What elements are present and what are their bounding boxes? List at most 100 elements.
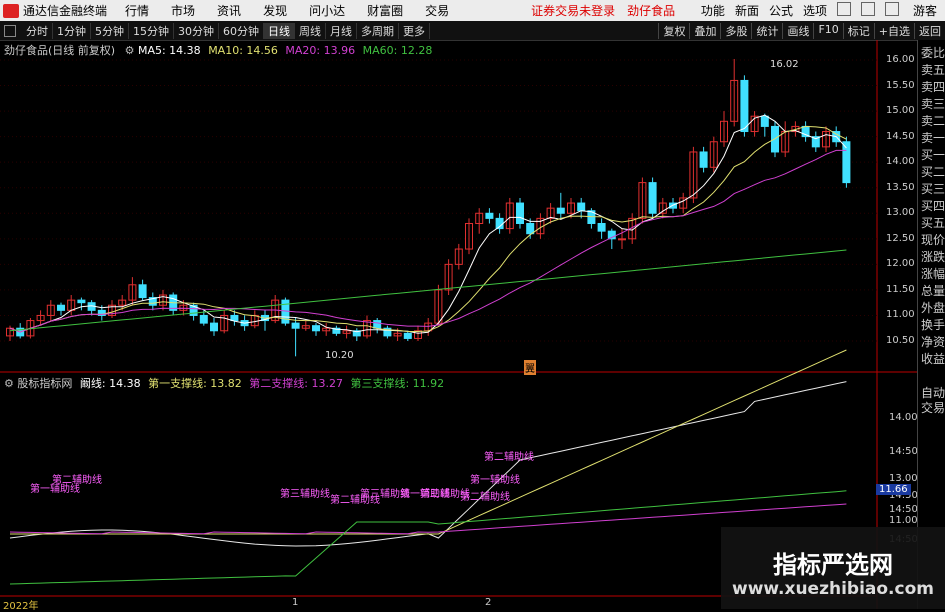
menu-discover[interactable]: 发现 [263, 2, 287, 19]
btn-overlay[interactable]: 叠加 [689, 22, 720, 39]
candle-body [760, 115, 769, 127]
minimize-icon[interactable] [836, 2, 851, 16]
indicator-tick-label: 11.00 [889, 515, 918, 526]
quote-field-label: 卖二 [921, 114, 945, 128]
candle-body [57, 304, 65, 311]
stock-name-title: 劲仔食品 [627, 4, 676, 18]
high-annotation: 16.02 [770, 59, 799, 70]
period-monthly[interactable]: 月线 [326, 22, 357, 39]
settings-gear-icon[interactable]: ⚙ [125, 44, 135, 57]
menu-news[interactable]: 资讯 [217, 2, 241, 19]
menu-formula[interactable]: 公式 [769, 2, 793, 19]
price-tick-label: 11.50 [886, 283, 915, 295]
ma60-label: MA60: 12.28 [362, 44, 433, 57]
price-tick-label: 13.50 [886, 181, 915, 193]
menu-functions[interactable]: 功能 [701, 2, 725, 19]
candle-body [516, 202, 524, 224]
login-status[interactable]: 证券交易未登录 [531, 2, 615, 19]
quote-field-label: 委比 [921, 46, 945, 60]
auto-trade-label[interactable]: 交易 [921, 401, 945, 416]
candle-body [373, 320, 382, 329]
close-icon[interactable] [884, 2, 899, 16]
candles [6, 58, 851, 357]
quote-field-label: 换手 [921, 318, 945, 332]
candle-body [485, 212, 494, 219]
menu-wealth[interactable]: 财富圈 [367, 2, 403, 19]
price-tick-label: 15.00 [886, 105, 915, 117]
menu-ask[interactable]: 问小达 [309, 2, 345, 19]
menu-quotes[interactable]: 行情 [125, 2, 149, 19]
period-5min[interactable]: 5分钟 [91, 22, 129, 39]
menu-market[interactable]: 市场 [171, 2, 195, 19]
guest-label[interactable]: 游客 [913, 2, 937, 19]
candle-body [740, 79, 749, 133]
quote-side-panel: 委比 卖五 卖四 卖三 卖二 卖一 买一 买二 买三 买四 买五 现价 涨跌 涨幅 总量 外盘 换手 净资 收益 自动… [917, 40, 945, 609]
candle-body [77, 299, 86, 304]
quote-field-label: 收益 [921, 352, 945, 366]
ma5-label: MA5: 14.38 [137, 44, 201, 57]
watermark-url: www.xuezhibiao.com [732, 579, 934, 599]
quote-field-label: 净资 [921, 335, 945, 349]
auto-trade-label[interactable]: 自动 [921, 386, 945, 401]
period-30min[interactable]: 30分钟 [174, 22, 219, 39]
x-label-month2: 2 [485, 597, 492, 608]
period-15min[interactable]: 15分钟 [129, 22, 174, 39]
period-60min[interactable]: 60分钟 [219, 22, 264, 39]
indicator-labels: 第二辅助线第一辅助线 第三辅助线第二辅助线第三辅助线第一辅助线第三辅助线第二辅助线… [30, 450, 534, 506]
price-tick-label: 13.00 [886, 207, 915, 219]
candle-body [291, 322, 300, 329]
menu-trade[interactable]: 交易 [425, 2, 449, 19]
price-tick-label: 12.50 [886, 232, 915, 244]
event-marker[interactable]: 翼 [524, 360, 536, 375]
candle-body [699, 151, 708, 168]
candle-body [618, 238, 626, 241]
candle-body [230, 314, 239, 322]
indicator-title: 股标指标网 [17, 377, 73, 390]
btn-f10[interactable]: F10 [813, 22, 842, 39]
ind-support-3: 第三支撑线: 11.92 [350, 377, 445, 390]
panel-toggle-icon[interactable] [4, 24, 16, 37]
quote-field-label: 买四 [921, 199, 945, 213]
btn-back[interactable]: 返回 [914, 22, 945, 39]
period-toolbar: 分时 1分钟 5分钟 15分钟 30分钟 60分钟 日线 周线 月线 多周期 更… [0, 21, 945, 41]
indicator-annotation: 第三辅助线 [280, 487, 330, 500]
btn-draw[interactable]: 画线 [782, 22, 813, 39]
ma10-label: MA10: 14.56 [208, 44, 278, 57]
period-weekly[interactable]: 周线 [295, 22, 326, 39]
period-intraday[interactable]: 分时 [22, 22, 53, 39]
quote-field-label: 卖一 [921, 131, 945, 145]
menu-layout[interactable]: 新面 [735, 2, 759, 19]
quote-field-label: 买二 [921, 165, 945, 179]
price-tick-label: 16.00 [886, 54, 915, 65]
indicator-tick-label: 14:50 [889, 504, 918, 515]
chart-area[interactable]: 第二辅助线第一辅助线 第三辅助线第二辅助线第三辅助线第一辅助线第三辅助线第二辅助线… [0, 40, 917, 609]
btn-mark[interactable]: 标记 [842, 22, 874, 39]
btn-add-watchlist[interactable]: +自选 [873, 22, 914, 39]
watermark: 指标严选网 www.xuezhibiao.com [721, 527, 945, 609]
quote-field-label: 买五 [921, 216, 945, 230]
indicator-tick-label: 14.00 [889, 412, 918, 423]
ma10-line [9, 125, 847, 333]
menu-options[interactable]: 选项 [803, 2, 827, 19]
quote-field-label: 卖四 [921, 80, 945, 94]
app-logo-icon [3, 3, 19, 18]
btn-stats[interactable]: 统计 [751, 22, 782, 39]
app-title: 通达信金融终端 [23, 4, 108, 18]
watermark-title: 指标严选网 [773, 551, 893, 579]
period-multi[interactable]: 多周期 [357, 22, 399, 39]
maximize-icon[interactable] [860, 2, 875, 16]
quote-field-label: 卖三 [921, 97, 945, 111]
price-tick-label: 14.50 [886, 130, 915, 142]
low-annotation: 10.20 [325, 350, 354, 361]
chart-title: 劲仔食品(日线 前复权) [4, 44, 116, 57]
btn-adjust[interactable]: 复权 [658, 22, 689, 39]
period-more[interactable]: 更多 [399, 22, 430, 39]
btn-multi-stock[interactable]: 多股 [720, 22, 751, 39]
period-1min[interactable]: 1分钟 [53, 22, 91, 39]
ind-support-1: 第一支撑线: 13.82 [148, 377, 242, 390]
indicator-gear-icon[interactable]: ⚙ [4, 377, 14, 390]
period-daily[interactable]: 日线 [264, 22, 295, 39]
candle-body [526, 222, 535, 235]
indicator-annotation: 第一辅助线 [30, 482, 80, 495]
quote-field-label: 买一 [921, 148, 945, 162]
